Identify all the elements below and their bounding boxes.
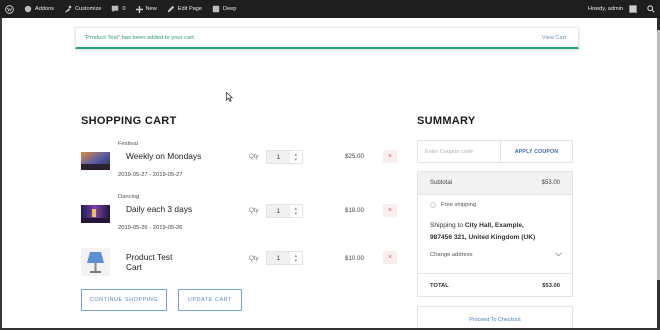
left-page-edge <box>0 18 2 330</box>
product-price: $10.00 <box>345 255 364 262</box>
product-category: Festival <box>118 141 138 147</box>
shipping-address-line: 987456 321, United Kingdom (UK) <box>430 234 536 241</box>
addons-label: Addons <box>35 6 54 12</box>
product-name-line: Product Test <box>126 252 173 262</box>
deep-icon <box>212 5 220 13</box>
shipping-option[interactable]: Free shipping <box>430 202 476 208</box>
quantity-value[interactable]: 1 <box>267 252 290 264</box>
admin-bar: W Addons Customize 0 New Edit Page Deep … <box>0 0 660 18</box>
remove-item-button[interactable]: × <box>383 150 397 163</box>
product-name[interactable]: Daily each 3 days <box>126 204 192 214</box>
subtotal-row: Subtotal $53.00 <box>418 172 572 195</box>
cart-item-row: Dancing Daily each 3 days 2019-05-26 - 2… <box>81 194 401 239</box>
product-name[interactable]: Product Test Cart <box>126 252 172 272</box>
decrease-icon[interactable]: ▼ <box>294 258 298 263</box>
total-label: TOTAL <box>430 282 449 289</box>
shopping-cart-title: SHOPPING CART <box>81 115 177 127</box>
shipping-option-label: Free shipping <box>441 202 477 208</box>
pencil-icon <box>167 5 174 13</box>
addons-menu[interactable]: Addons <box>19 0 59 18</box>
product-thumbnail[interactable] <box>81 205 110 223</box>
customize-label: Customize <box>74 6 102 12</box>
addons-icon <box>24 5 32 13</box>
total-row: TOTAL $53.00 <box>418 273 572 297</box>
remove-item-button[interactable]: × <box>383 251 397 264</box>
cart-item-row: Product Test Cart Qty 1 ▲ ▼ $10.00 × <box>81 247 401 279</box>
product-thumbnail[interactable] <box>81 248 110 276</box>
view-cart-link[interactable]: View Cart <box>542 35 566 41</box>
shipping-destination: Shipping to City Hall, Example, 987456 3… <box>430 220 570 244</box>
quantity-value[interactable]: 1 <box>267 205 290 217</box>
subtotal-label: Subtotal <box>430 180 453 186</box>
product-thumbnail[interactable] <box>81 152 110 170</box>
wordpress-logo-button[interactable]: W <box>0 0 19 18</box>
product-name[interactable]: Weekly on Mondays <box>126 151 201 161</box>
notice-message: “Product Test” has been added to your ca… <box>84 34 196 41</box>
total-value: $53.00 <box>542 282 560 289</box>
admin-search-button[interactable] <box>642 0 660 18</box>
plus-icon <box>135 5 143 13</box>
brush-icon <box>64 5 72 13</box>
subtotal-value: $53.00 <box>541 180 560 186</box>
shipping-address-line: City Hall, Example, <box>464 222 524 229</box>
summary-title: SUMMARY <box>417 115 476 127</box>
quantity-stepper[interactable]: 1 ▲ ▼ <box>266 150 303 164</box>
product-price: $18.00 <box>345 207 364 214</box>
customize-menu[interactable]: Customize <box>59 0 106 18</box>
wordpress-icon: W <box>5 4 14 14</box>
comments-count: 0 <box>122 6 126 12</box>
shipping-radio[interactable] <box>430 202 436 208</box>
deep-menu[interactable]: Deep <box>207 0 241 18</box>
product-dates: 2019-05-26 - 2019-05-26 <box>118 225 183 231</box>
edit-page-menu[interactable]: Edit Page <box>162 0 207 18</box>
comments-menu[interactable]: 0 <box>106 0 130 18</box>
deep-label: Deep <box>223 6 237 12</box>
quantity-value[interactable]: 1 <box>267 151 290 163</box>
order-summary: Subtotal $53.00 Free shipping Shipping t… <box>417 171 573 297</box>
avatar <box>629 5 637 13</box>
new-menu[interactable]: New <box>131 0 162 18</box>
edit-page-label: Edit Page <box>177 6 203 12</box>
product-dates: 2019-05-27 - 2019-05-27 <box>118 172 183 178</box>
qty-label: Qty <box>249 255 259 262</box>
cart-notice: “Product Test” has been added to your ca… <box>75 27 579 49</box>
coupon-form: Enter Coupon code APPLY COUPON <box>417 140 573 163</box>
cart-item-row: Festival Weekly on Mondays 2019-05-27 - … <box>81 141 401 186</box>
apply-coupon-button[interactable]: APPLY COUPON <box>501 141 572 162</box>
remove-item-button[interactable]: × <box>383 204 397 217</box>
quantity-stepper[interactable]: 1 ▲ ▼ <box>266 251 303 265</box>
change-address-toggle[interactable]: Change address <box>430 252 562 258</box>
change-address-label: Change address <box>430 252 473 258</box>
product-name-line: Cart <box>126 262 142 272</box>
qty-label: Qty <box>249 207 259 214</box>
new-label: New <box>145 6 157 12</box>
update-cart-button[interactable]: UPDATE CART <box>178 289 242 311</box>
continue-shopping-button[interactable]: CONTINUE SHOPPING <box>81 289 167 311</box>
quantity-stepper[interactable]: 1 ▲ ▼ <box>266 204 303 218</box>
decrease-icon[interactable]: ▼ <box>294 157 298 162</box>
svg-text:W: W <box>7 7 13 13</box>
qty-label: Qty <box>249 153 259 160</box>
shipping-to-label: Shipping to <box>430 222 463 229</box>
howdy-label: Howdy, admin <box>587 6 623 12</box>
proceed-to-checkout-button[interactable]: Proceed To Checkout <box>417 306 573 330</box>
account-menu[interactable]: Howdy, admin <box>583 0 642 18</box>
search-icon <box>647 5 655 13</box>
product-price: $25.00 <box>345 153 364 160</box>
chevron-down-icon <box>555 252 562 257</box>
decrease-icon[interactable]: ▼ <box>294 211 298 216</box>
coupon-input[interactable]: Enter Coupon code <box>418 141 501 162</box>
mouse-cursor-icon <box>226 92 233 102</box>
product-category: Dancing <box>118 194 140 200</box>
comment-icon <box>112 5 119 13</box>
